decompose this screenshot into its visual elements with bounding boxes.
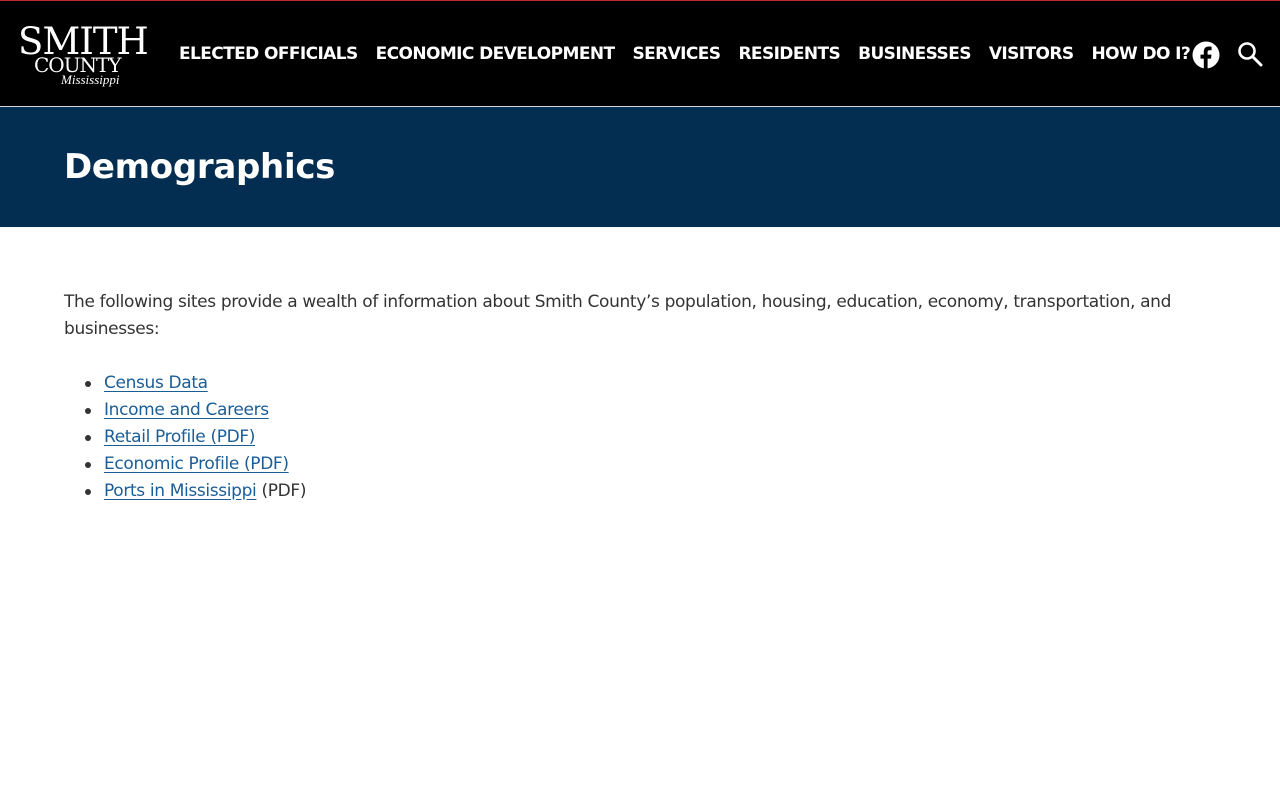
site-header: SMITH COUNTY Mississippi ELECTED OFFICIA… [0, 0, 1280, 107]
intro-paragraph: The following sites provide a wealth of … [64, 292, 1172, 339]
income-and-careers-link[interactable]: Income and Careers [104, 400, 269, 420]
bullet-icon [85, 381, 91, 387]
list-item: Economic Profile (PDF) [85, 451, 1214, 478]
smith-county-logo[interactable]: SMITH COUNTY Mississippi [18, 23, 149, 91]
nav-item-residents[interactable]: RESIDENTS [729, 44, 849, 64]
bullet-icon [85, 408, 91, 414]
bullet-icon [85, 462, 91, 468]
census-data-link[interactable]: Census Data [104, 373, 208, 393]
logo-text-mississippi: Mississippi [61, 72, 120, 87]
nav-item-how-do-i[interactable]: HOW DO I? [1083, 44, 1200, 64]
facebook-icon[interactable] [1192, 41, 1220, 69]
main-content: The following sites provide a wealth of … [64, 289, 1214, 505]
list-item: Income and Careers [85, 397, 1214, 424]
resource-link-list: Census Data Income and Careers Retail Pr… [64, 370, 1214, 505]
list-item: Ports in Mississippi (PDF) [85, 478, 1214, 505]
nav-item-businesses[interactable]: BUSINESSES [849, 44, 980, 64]
list-item: Retail Profile (PDF) [85, 424, 1214, 451]
page-title-banner: Demographics [0, 107, 1280, 227]
retail-profile-link[interactable]: Retail Profile (PDF) [104, 427, 255, 447]
ports-in-mississippi-link[interactable]: Ports in Mississippi [104, 481, 257, 501]
page-title: Demographics [64, 147, 336, 187]
nav-item-visitors[interactable]: VISITORS [980, 44, 1083, 64]
bullet-icon [85, 489, 91, 495]
nav-item-elected-officials[interactable]: ELECTED OFFICIALS [170, 44, 367, 64]
list-item: Census Data [85, 370, 1214, 397]
economic-profile-link[interactable]: Economic Profile (PDF) [104, 454, 289, 474]
nav-item-services[interactable]: SERVICES [623, 44, 729, 64]
bullet-icon [85, 435, 91, 441]
pdf-suffix: (PDF) [261, 481, 307, 501]
search-icon[interactable] [1237, 41, 1263, 67]
nav-item-economic-development[interactable]: ECONOMIC DEVELOPMENT [367, 44, 624, 64]
main-nav: ELECTED OFFICIALS ECONOMIC DEVELOPMENT S… [170, 1, 1199, 107]
